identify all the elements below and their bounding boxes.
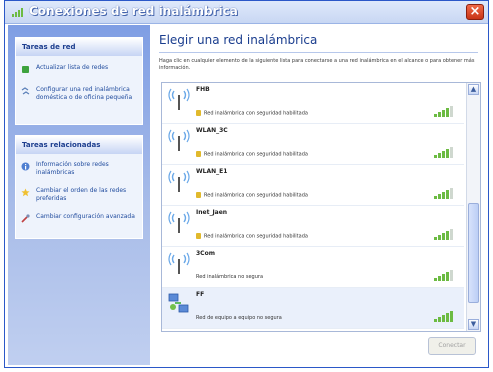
network-status-text: Red de equipo a equipo no segura (196, 315, 282, 321)
network-name: 3Com (196, 250, 215, 257)
info-icon (21, 162, 30, 171)
related-tasks-panel: Tareas relacionadas Información sobre re… (15, 135, 143, 239)
network-tasks-panel: Tareas de red Actualizar lista de redes … (15, 37, 143, 125)
close-button[interactable]: × (466, 4, 484, 20)
network-item-inet-jaen[interactable]: Inet_Jaen Red inalámbrica con seguridad … (162, 206, 464, 247)
refresh-icon (22, 66, 29, 73)
task-advanced-settings[interactable]: Cambiar configuración avanzada (16, 209, 142, 225)
network-status-text: Red inalámbrica con seguridad habilitada (204, 110, 308, 117)
scroll-down-button[interactable]: ▼ (468, 319, 479, 330)
wifi-antenna-icon (168, 129, 190, 151)
computer-to-computer-icon (168, 293, 189, 313)
network-item-fhb[interactable]: FHB Red inalámbrica con seguridad habili… (162, 83, 464, 124)
settings-icon (21, 214, 30, 223)
network-status-text: Red inalámbrica con seguridad habilitada (204, 233, 308, 240)
star-icon (21, 188, 30, 197)
close-icon: × (469, 4, 481, 19)
panel-header: Tareas relacionadas (16, 136, 142, 154)
page-title: Elegir una red inalámbrica (159, 33, 318, 47)
lock-icon (196, 233, 201, 239)
scroll-up-button[interactable]: ▲ (468, 84, 479, 95)
sidebar: Tareas de red Actualizar lista de redes … (8, 25, 150, 365)
main-content: Elegir una red inalámbrica Haga clic en … (153, 25, 484, 365)
task-label: Información sobre redes inalámbricas (36, 161, 109, 176)
network-item-ff[interactable]: FF Red de equipo a equipo no segura (162, 288, 464, 329)
signal-strength-icon (434, 187, 454, 199)
signal-strength-icon (434, 146, 454, 158)
wifi-antenna-icon (168, 211, 190, 233)
network-status: Red inalámbrica con seguridad habilitada (196, 110, 308, 117)
network-name: FF (196, 291, 205, 298)
wifi-antenna-icon (168, 170, 190, 192)
connect-button[interactable]: Conectar (428, 337, 476, 355)
task-label: Cambiar configuración avanzada (36, 213, 135, 220)
network-name: WLAN_3C (196, 127, 228, 134)
task-label: Cambiar el orden de las redes preferidas (36, 187, 127, 202)
signal-strength-icon (434, 310, 454, 322)
scrollbar-thumb[interactable] (468, 203, 479, 303)
signal-strength-icon (434, 228, 454, 240)
wireless-connections-window: Conexiones de red inalámbrica × Tareas d… (4, 0, 489, 368)
network-status-text: Red inalámbrica no segura (196, 274, 264, 280)
instructions-text: Haga clic en cualquier elemento de la si… (159, 58, 475, 71)
network-name: Inet_Jaen (196, 209, 228, 216)
lock-icon (196, 192, 201, 198)
task-change-preferred-order[interactable]: Cambiar el orden de las redes preferidas (16, 183, 142, 207)
wifi-antenna-icon (168, 252, 190, 274)
network-name: WLAN_E1 (196, 168, 228, 175)
signal-strength-icon (434, 269, 454, 281)
lock-icon (196, 110, 201, 116)
task-label: Actualizar lista de redes (36, 64, 109, 71)
title-bar: Conexiones de red inalámbrica × (5, 1, 488, 24)
network-list[interactable]: FHB Red inalámbrica con seguridad habili… (161, 82, 481, 332)
wireless-connection-icon (12, 8, 23, 17)
signal-strength-icon (434, 105, 454, 117)
network-item-3com[interactable]: 3Com Red inalámbrica no segura (162, 247, 464, 288)
network-status: Red inalámbrica con seguridad habilitada (196, 233, 308, 240)
task-refresh-network-list[interactable]: Actualizar lista de redes (16, 60, 142, 76)
network-item-wlan-3c[interactable]: WLAN_3C Red inalámbrica con seguridad ha… (162, 124, 464, 165)
network-status-text: Red inalámbrica con seguridad habilitada (204, 192, 308, 199)
divider (159, 52, 478, 53)
network-status-text: Red inalámbrica con seguridad habilitada (204, 151, 308, 158)
network-status: Red inalámbrica con seguridad habilitada (196, 151, 308, 158)
wifi-antenna-icon (168, 88, 190, 110)
task-wireless-info[interactable]: Información sobre redes inalámbricas (16, 157, 142, 181)
setup-network-icon (21, 87, 30, 95)
vertical-scrollbar[interactable]: ▲ ▼ (466, 83, 480, 331)
task-label: Configurar una red inalámbrica doméstica… (36, 86, 133, 101)
lock-icon (196, 151, 201, 157)
network-status: Red inalámbrica con seguridad habilitada (196, 192, 308, 199)
network-item-wlan-e1[interactable]: WLAN_E1 Red inalámbrica con seguridad ha… (162, 165, 464, 206)
panel-header: Tareas de red (16, 38, 142, 56)
network-status: Red de equipo a equipo no segura (196, 315, 282, 321)
task-setup-network[interactable]: Configurar una red inalámbrica doméstica… (16, 82, 142, 106)
network-name: FHB (196, 86, 210, 93)
window-title: Conexiones de red inalámbrica (29, 4, 238, 18)
network-status: Red inalámbrica no segura (196, 274, 263, 280)
